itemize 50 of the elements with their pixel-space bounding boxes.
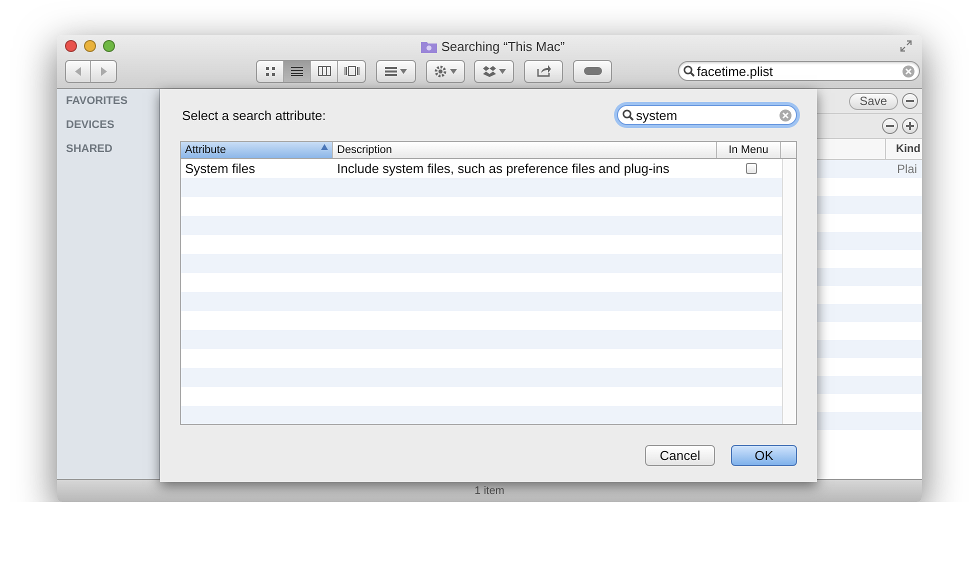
list-view-icon <box>291 66 303 76</box>
grid-icon <box>385 66 397 76</box>
view-mode-button[interactable] <box>284 60 311 82</box>
column-header[interactable]: Attribute <box>181 142 333 158</box>
table-cell-text: Include system files, such as preference files and plug-ins <box>336 161 670 176</box>
fullscreen-icon <box>900 40 912 52</box>
sidebar-heading: DEVICES <box>66 119 116 131</box>
icon-view-icon <box>264 66 276 76</box>
minus-icon <box>886 122 894 130</box>
clear-icon <box>902 64 915 78</box>
sidebar-heading: SHARED <box>66 143 114 155</box>
toggle-icon <box>584 67 602 75</box>
folder-icon <box>421 40 438 52</box>
dialog-prompt: Select a search attribute: <box>182 108 326 122</box>
close-button[interactable] <box>65 40 77 52</box>
caret-icon <box>400 68 407 74</box>
caret-icon <box>450 68 457 74</box>
table-cell-text: System files <box>184 161 256 176</box>
search-field[interactable]: system <box>617 105 797 125</box>
forward-icon <box>100 66 106 76</box>
window-title: Searching “This Mac” <box>441 38 565 54</box>
cover-flow-icon <box>344 66 360 76</box>
caret-icon <box>498 68 506 74</box>
dialog-button[interactable]: Cancel <box>645 445 715 466</box>
column-header[interactable]: Kind <box>885 139 922 159</box>
save-button[interactable]: Save <box>848 92 898 110</box>
search-icon <box>622 109 634 121</box>
remove-button[interactable] <box>882 118 898 134</box>
minus-icon <box>906 97 914 105</box>
plus-icon <box>906 122 914 130</box>
status-text: 1 item <box>474 485 504 497</box>
column-header[interactable]: In Menu <box>717 142 781 158</box>
remove-button[interactable] <box>902 93 918 109</box>
sort-icon <box>321 144 328 150</box>
zoom-button[interactable] <box>103 40 115 52</box>
checkbox[interactable] <box>746 163 756 174</box>
column-view-icon <box>318 66 330 76</box>
dialog-button[interactable]: OK <box>731 445 797 466</box>
column-header[interactable]: Description <box>333 142 717 158</box>
table-cell-text: Plai <box>896 161 918 178</box>
add-button[interactable] <box>902 118 918 134</box>
search-field[interactable]: facetime.plist <box>678 61 920 81</box>
search-icon <box>683 65 695 77</box>
back-icon <box>75 66 81 76</box>
sidebar-heading: FAVORITES <box>66 95 129 107</box>
share-icon <box>536 65 550 77</box>
clear-icon <box>779 108 792 122</box>
gear-icon <box>434 64 447 78</box>
minimize-button[interactable] <box>84 40 96 52</box>
box-icon <box>482 66 496 76</box>
